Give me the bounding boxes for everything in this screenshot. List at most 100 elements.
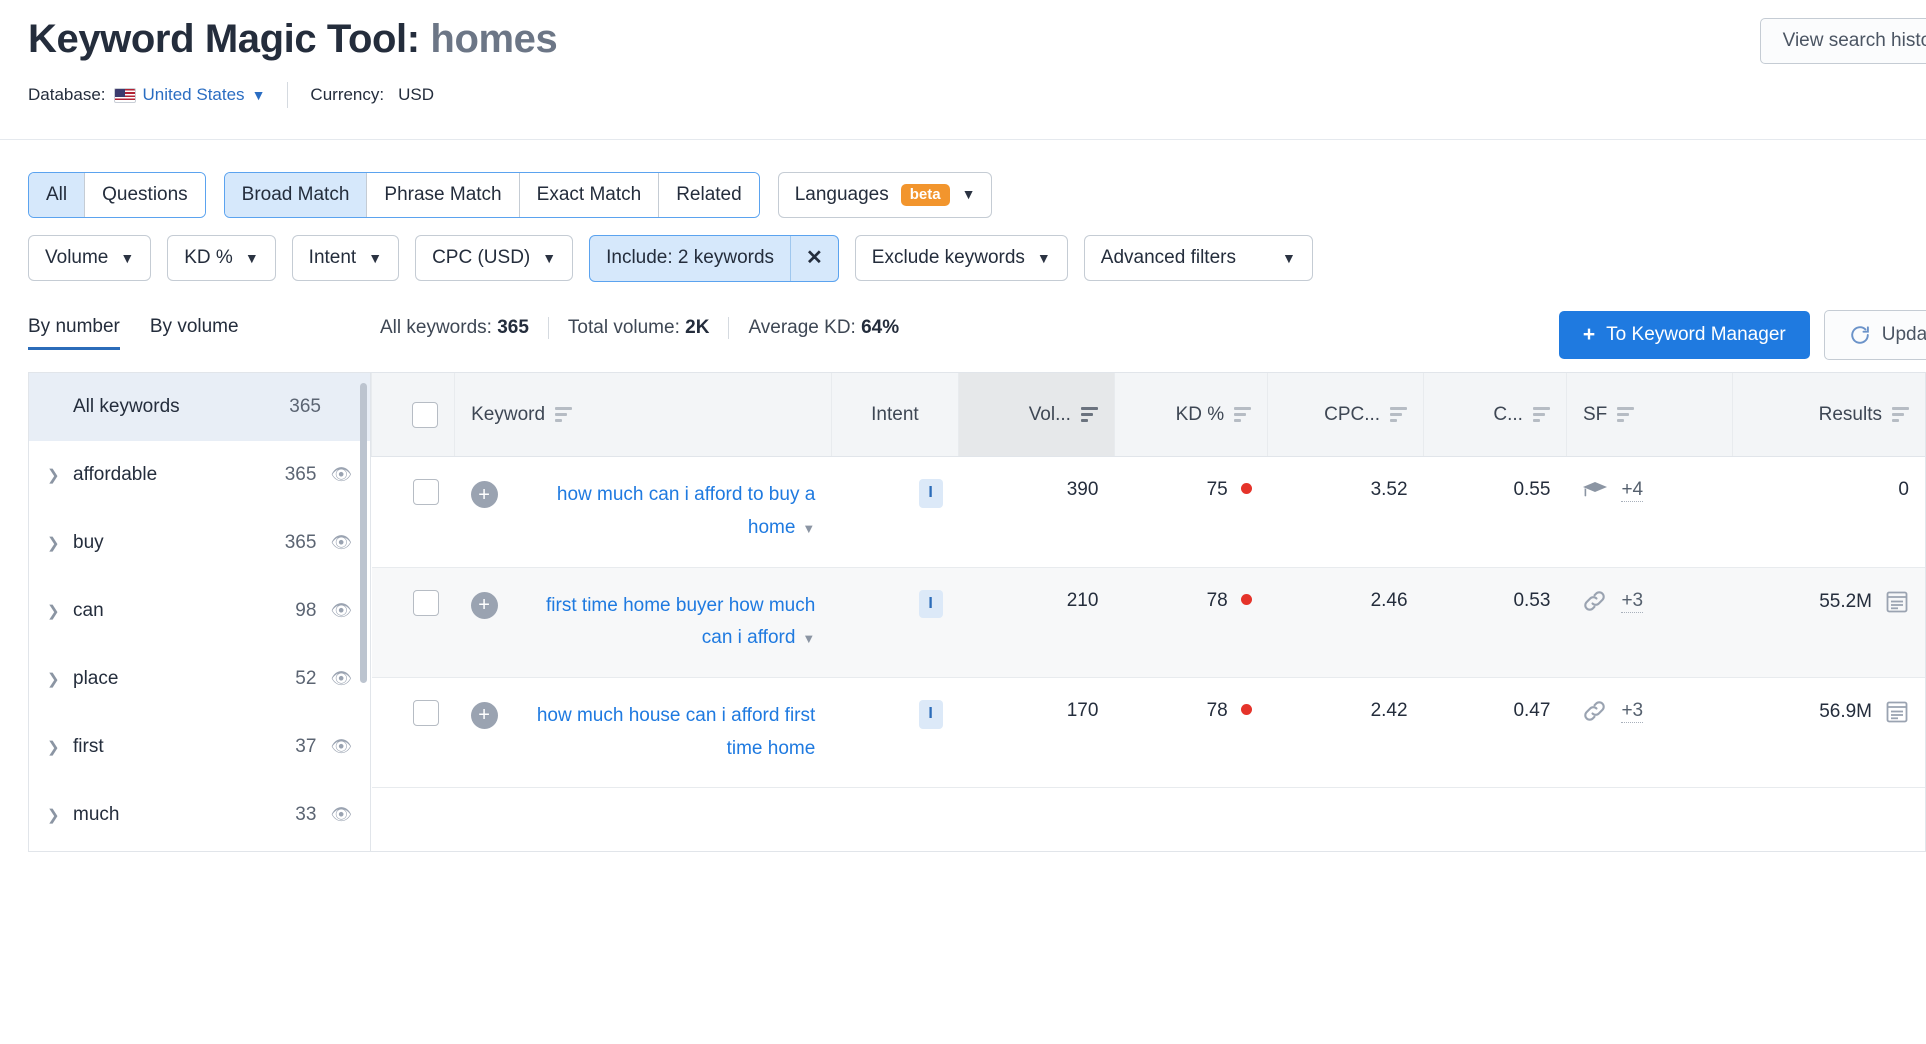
row-select-cell[interactable] <box>371 567 455 678</box>
keyword-link[interactable]: how much house can i afford first time h… <box>514 700 815 765</box>
row-checkbox[interactable] <box>412 479 439 506</box>
table-row[interactable]: + first time home buyer how much can i a… <box>371 567 1925 678</box>
stat-all-keywords-value: 365 <box>497 316 529 338</box>
sidebar-scrollbar[interactable] <box>360 382 367 683</box>
chevron-right-icon[interactable]: ❯ <box>47 602 73 620</box>
intent-badge[interactable]: I <box>918 479 943 509</box>
toggle-by-number[interactable]: By number <box>28 316 120 350</box>
chevron-down-icon[interactable]: ▼ <box>252 87 266 103</box>
sf-more-count[interactable]: +3 <box>1621 590 1644 613</box>
column-header-select-all[interactable] <box>370 372 455 458</box>
sf-more-count[interactable]: +3 <box>1621 700 1644 723</box>
column-header-volume[interactable]: Vol... <box>958 372 1115 458</box>
sidebar-item-buy[interactable]: ❯ buy 365 👁 <box>29 509 370 577</box>
kd-filter-label: KD % <box>184 247 233 269</box>
keyword-link[interactable]: how much can i afford to buy a home ▼ <box>514 479 815 544</box>
link-icon[interactable] <box>1582 590 1608 612</box>
sidebar-item-first[interactable]: ❯ first 37 👁 <box>29 713 370 781</box>
advanced-filters[interactable]: Advanced filters ▼ <box>1083 235 1313 282</box>
tab-phrase-match[interactable]: Phrase Match <box>367 173 520 217</box>
eye-icon[interactable]: 👁 <box>330 533 352 553</box>
table-row[interactable]: + how much house can i afford first time… <box>371 677 1925 789</box>
to-keyword-manager-label: To Keyword Manager <box>1606 323 1786 345</box>
plus-icon: + <box>1582 323 1596 347</box>
sort-icon[interactable] <box>1532 406 1550 423</box>
column-header-cpc[interactable]: CPC... <box>1267 372 1424 458</box>
tab-related[interactable]: Related <box>659 173 759 217</box>
intent-badge[interactable]: I <box>918 589 943 619</box>
column-header-results[interactable]: Results <box>1732 372 1925 458</box>
sidebar-item-affordable[interactable]: ❯ affordable 365 👁 <box>29 441 370 509</box>
row-select-cell[interactable] <box>371 456 455 568</box>
keyword-link[interactable]: first time home buyer how much can i aff… <box>514 590 815 655</box>
tab-all[interactable]: All <box>29 173 86 217</box>
us-flag-icon <box>113 87 136 103</box>
add-keyword-icon[interactable]: + <box>470 481 498 509</box>
chevron-down-icon[interactable]: ▼ <box>802 521 815 536</box>
chevron-right-icon[interactable]: ❯ <box>47 670 73 688</box>
languages-dropdown[interactable]: Languages beta ▼ <box>777 172 993 218</box>
column-header-sf[interactable]: SF <box>1565 372 1733 458</box>
row-checkbox[interactable] <box>412 699 439 726</box>
to-keyword-manager-button[interactable]: + To Keyword Manager <box>1558 310 1810 359</box>
row-checkbox[interactable] <box>412 589 439 616</box>
sidebar-item-count: 33 <box>295 803 317 825</box>
column-header-keyword[interactable]: Keyword <box>454 372 832 458</box>
volume-cell: 170 <box>958 677 1115 789</box>
tab-exact-match[interactable]: Exact Match <box>519 173 660 217</box>
sf-more-count[interactable]: +4 <box>1621 479 1644 503</box>
column-header-competition[interactable]: C... <box>1423 372 1567 458</box>
exclude-keywords-filter[interactable]: Exclude keywords ▼ <box>854 235 1068 282</box>
cpc-filter[interactable]: CPC (USD) ▼ <box>415 235 574 282</box>
volume-cell: 210 <box>958 567 1115 678</box>
eye-icon[interactable]: 👁 <box>330 805 352 825</box>
sidebar-item-can[interactable]: ❯ can 98 👁 <box>29 577 370 645</box>
add-keyword-icon[interactable]: + <box>470 701 498 729</box>
kd-filter[interactable]: KD % ▼ <box>167 235 276 282</box>
eye-icon[interactable]: 👁 <box>330 737 352 757</box>
volume-filter[interactable]: Volume ▼ <box>28 235 152 282</box>
include-keywords-filter[interactable]: Include: 2 keywords ✕ <box>589 234 839 282</box>
update-button[interactable]: Update <box>1823 309 1926 360</box>
sort-icon[interactable] <box>1234 406 1252 423</box>
sidebar-item-all-keywords[interactable]: All keywords 365 <box>29 372 370 441</box>
sort-icon[interactable] <box>1617 406 1635 423</box>
database-selector[interactable]: United States <box>143 85 245 105</box>
chevron-right-icon[interactable]: ❯ <box>47 466 73 484</box>
results-cell: 0 <box>1732 456 1925 568</box>
serp-preview-icon[interactable] <box>1885 700 1909 724</box>
tab-questions[interactable]: Questions <box>85 173 205 217</box>
row-select-cell[interactable] <box>371 677 455 789</box>
view-search-history-button[interactable]: View search history <box>1759 18 1926 64</box>
intent-badge[interactable]: I <box>918 699 943 729</box>
table-row[interactable]: + how much can i afford to buy a home ▼ I… <box>371 456 1925 568</box>
eye-icon[interactable]: 👁 <box>330 601 352 621</box>
stat-all-keywords-label: All keywords: <box>380 316 492 338</box>
intent-cell: I <box>831 677 959 789</box>
toggle-by-volume[interactable]: By volume <box>150 316 239 350</box>
sort-icon[interactable] <box>555 406 573 423</box>
chevron-right-icon[interactable]: ❯ <box>47 806 73 824</box>
close-icon[interactable]: ✕ <box>790 235 838 281</box>
sort-icon[interactable] <box>1390 406 1408 423</box>
eye-icon[interactable]: 👁 <box>330 669 352 689</box>
eye-icon[interactable]: 👁 <box>330 465 352 485</box>
sort-icon[interactable] <box>1892 406 1909 423</box>
link-icon[interactable] <box>1582 700 1608 722</box>
select-all-checkbox[interactable] <box>412 401 439 428</box>
chevron-right-icon[interactable]: ❯ <box>47 738 73 756</box>
sort-icon[interactable] <box>1080 406 1098 423</box>
intent-filter[interactable]: Intent ▼ <box>291 235 400 282</box>
graduation-cap-icon[interactable] <box>1582 481 1608 501</box>
tab-broad-match[interactable]: Broad Match <box>224 173 368 217</box>
serp-preview-icon[interactable] <box>1885 590 1909 614</box>
add-keyword-icon[interactable]: + <box>470 591 498 619</box>
sidebar-item-label: first <box>73 735 104 757</box>
chevron-right-icon[interactable]: ❯ <box>47 534 73 552</box>
kd-cell: 78 <box>1114 567 1268 678</box>
chevron-down-icon[interactable]: ▼ <box>802 631 815 646</box>
column-header-intent[interactable]: Intent <box>830 372 959 458</box>
sidebar-item-place[interactable]: ❯ place 52 👁 <box>29 645 370 713</box>
column-header-kd[interactable]: KD % <box>1113 372 1268 458</box>
filter-row-primary: All Questions Broad Match Phrase Match E… <box>28 172 1926 218</box>
